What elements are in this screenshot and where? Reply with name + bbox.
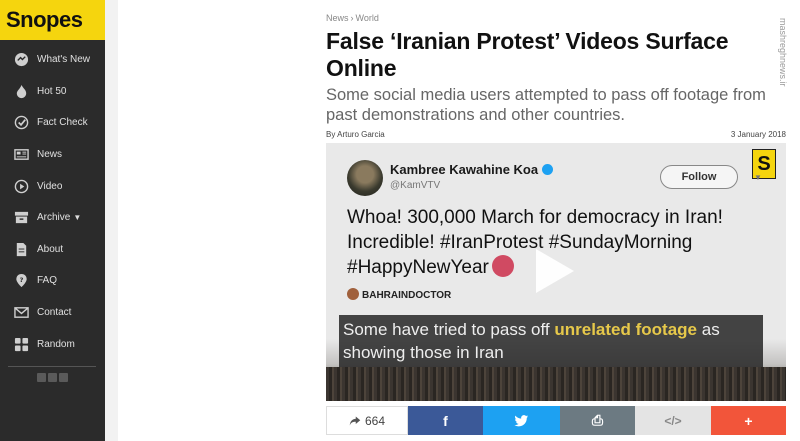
twitter-share-button[interactable] — [483, 406, 560, 435]
sidebar-nav: What's New Hot 50 Fact Check News Video … — [0, 44, 105, 360]
byline[interactable]: By Arturo Garcia — [326, 130, 385, 139]
sidebar-item-label: Video — [37, 180, 63, 192]
share-arrow-icon — [349, 416, 361, 425]
check-circle-icon — [13, 115, 29, 131]
facebook-icon[interactable] — [37, 372, 46, 382]
page-title: False ‘Iranian Protest’ Videos Surface O… — [326, 28, 729, 81]
twitter-icon[interactable] — [48, 372, 57, 382]
share-count[interactable]: 664 — [326, 406, 408, 435]
sidebar-item-label: Contact — [37, 307, 72, 319]
sidebar-item-video[interactable]: Video — [0, 170, 105, 202]
emoji-icon — [491, 255, 514, 277]
newspaper-icon — [13, 147, 29, 163]
sidebar: Snopes What's New Hot 50 Fact Check News… — [0, 0, 105, 441]
video-caption: Some have tried to pass off unrelated fo… — [339, 315, 763, 367]
sidebar-gutter — [105, 0, 118, 441]
verified-icon — [542, 164, 554, 175]
sidebar-item-label: News — [37, 149, 63, 161]
share-bar: 664 f ⎙ </> + — [326, 406, 786, 435]
crowd-footage-strip — [326, 367, 786, 401]
whats-new-icon — [13, 52, 29, 68]
document-icon — [13, 241, 29, 257]
follow-button: Follow — [660, 165, 738, 189]
play-circle-icon — [13, 178, 29, 194]
social-links — [0, 372, 105, 382]
video-player[interactable]: Kambree Kawahine Koa @KamVTV Follow S ▼ … — [326, 143, 786, 401]
sidebar-item-label: What's New — [37, 54, 91, 66]
sidebar-item-hot-50[interactable]: Hot 50 — [0, 76, 105, 108]
sidebar-item-random[interactable]: Random — [0, 328, 105, 360]
chevron-down-icon: ▼ — [73, 213, 82, 223]
plus-icon: + — [744, 412, 753, 429]
sidebar-item-label: About — [37, 243, 64, 255]
breadcrumb-world[interactable]: World — [356, 13, 379, 23]
sidebar-item-faq[interactable]: ? FAQ — [0, 265, 105, 297]
more-share-button[interactable]: + — [711, 406, 786, 435]
avatar — [347, 160, 383, 196]
snopes-logo[interactable]: Snopes — [0, 0, 105, 40]
youtube-icon[interactable] — [59, 372, 68, 382]
tweet-author-name: Kambree Kawahine Koa — [390, 162, 554, 177]
breadcrumb-news[interactable]: News — [326, 13, 349, 23]
watermark: mashreghnews.ir — [778, 18, 788, 87]
envelope-icon — [13, 305, 29, 321]
sidebar-item-label: Fact Check — [37, 117, 88, 129]
chevron-down-icon: ▼ — [754, 173, 762, 182]
print-icon: ⎙ — [591, 412, 604, 428]
question-marker-icon: ? — [13, 273, 29, 289]
facebook-share-button[interactable]: f — [408, 406, 483, 435]
embed-button[interactable]: </> — [635, 406, 711, 435]
sidebar-item-label: Archive — [37, 212, 71, 224]
sidebar-item-label: Hot 50 — [37, 85, 67, 97]
sidebar-item-archive[interactable]: Archive ▼ — [0, 202, 105, 234]
sidebar-item-label: Random — [37, 338, 75, 350]
print-button[interactable]: ⎙ — [560, 406, 635, 435]
tweet-source: BAHRAINDOCTOR — [347, 288, 451, 301]
sidebar-item-about[interactable]: About — [0, 234, 105, 266]
breadcrumb: News › World — [326, 13, 379, 23]
source-avatar-icon — [347, 288, 359, 300]
breadcrumb-separator: › — [350, 13, 354, 23]
dice-icon — [13, 336, 29, 352]
sidebar-item-contact[interactable]: Contact — [0, 297, 105, 329]
article-subtitle: Some social media users attempted to pas… — [326, 86, 766, 124]
play-icon[interactable] — [536, 249, 574, 293]
code-icon: </> — [664, 413, 682, 428]
twitter-icon — [514, 415, 529, 427]
sidebar-item-fact-check[interactable]: Fact Check — [0, 107, 105, 139]
sidebar-item-whats-new[interactable]: What's New — [0, 44, 105, 76]
sidebar-item-news[interactable]: News — [0, 139, 105, 171]
sidebar-divider — [8, 365, 96, 367]
flame-icon — [13, 83, 29, 99]
svg-text:?: ? — [19, 276, 23, 284]
sidebar-item-label: FAQ — [37, 275, 58, 287]
tweet-handle: @KamVTV — [390, 180, 441, 191]
facebook-icon: f — [443, 412, 448, 429]
archive-icon — [13, 210, 29, 226]
